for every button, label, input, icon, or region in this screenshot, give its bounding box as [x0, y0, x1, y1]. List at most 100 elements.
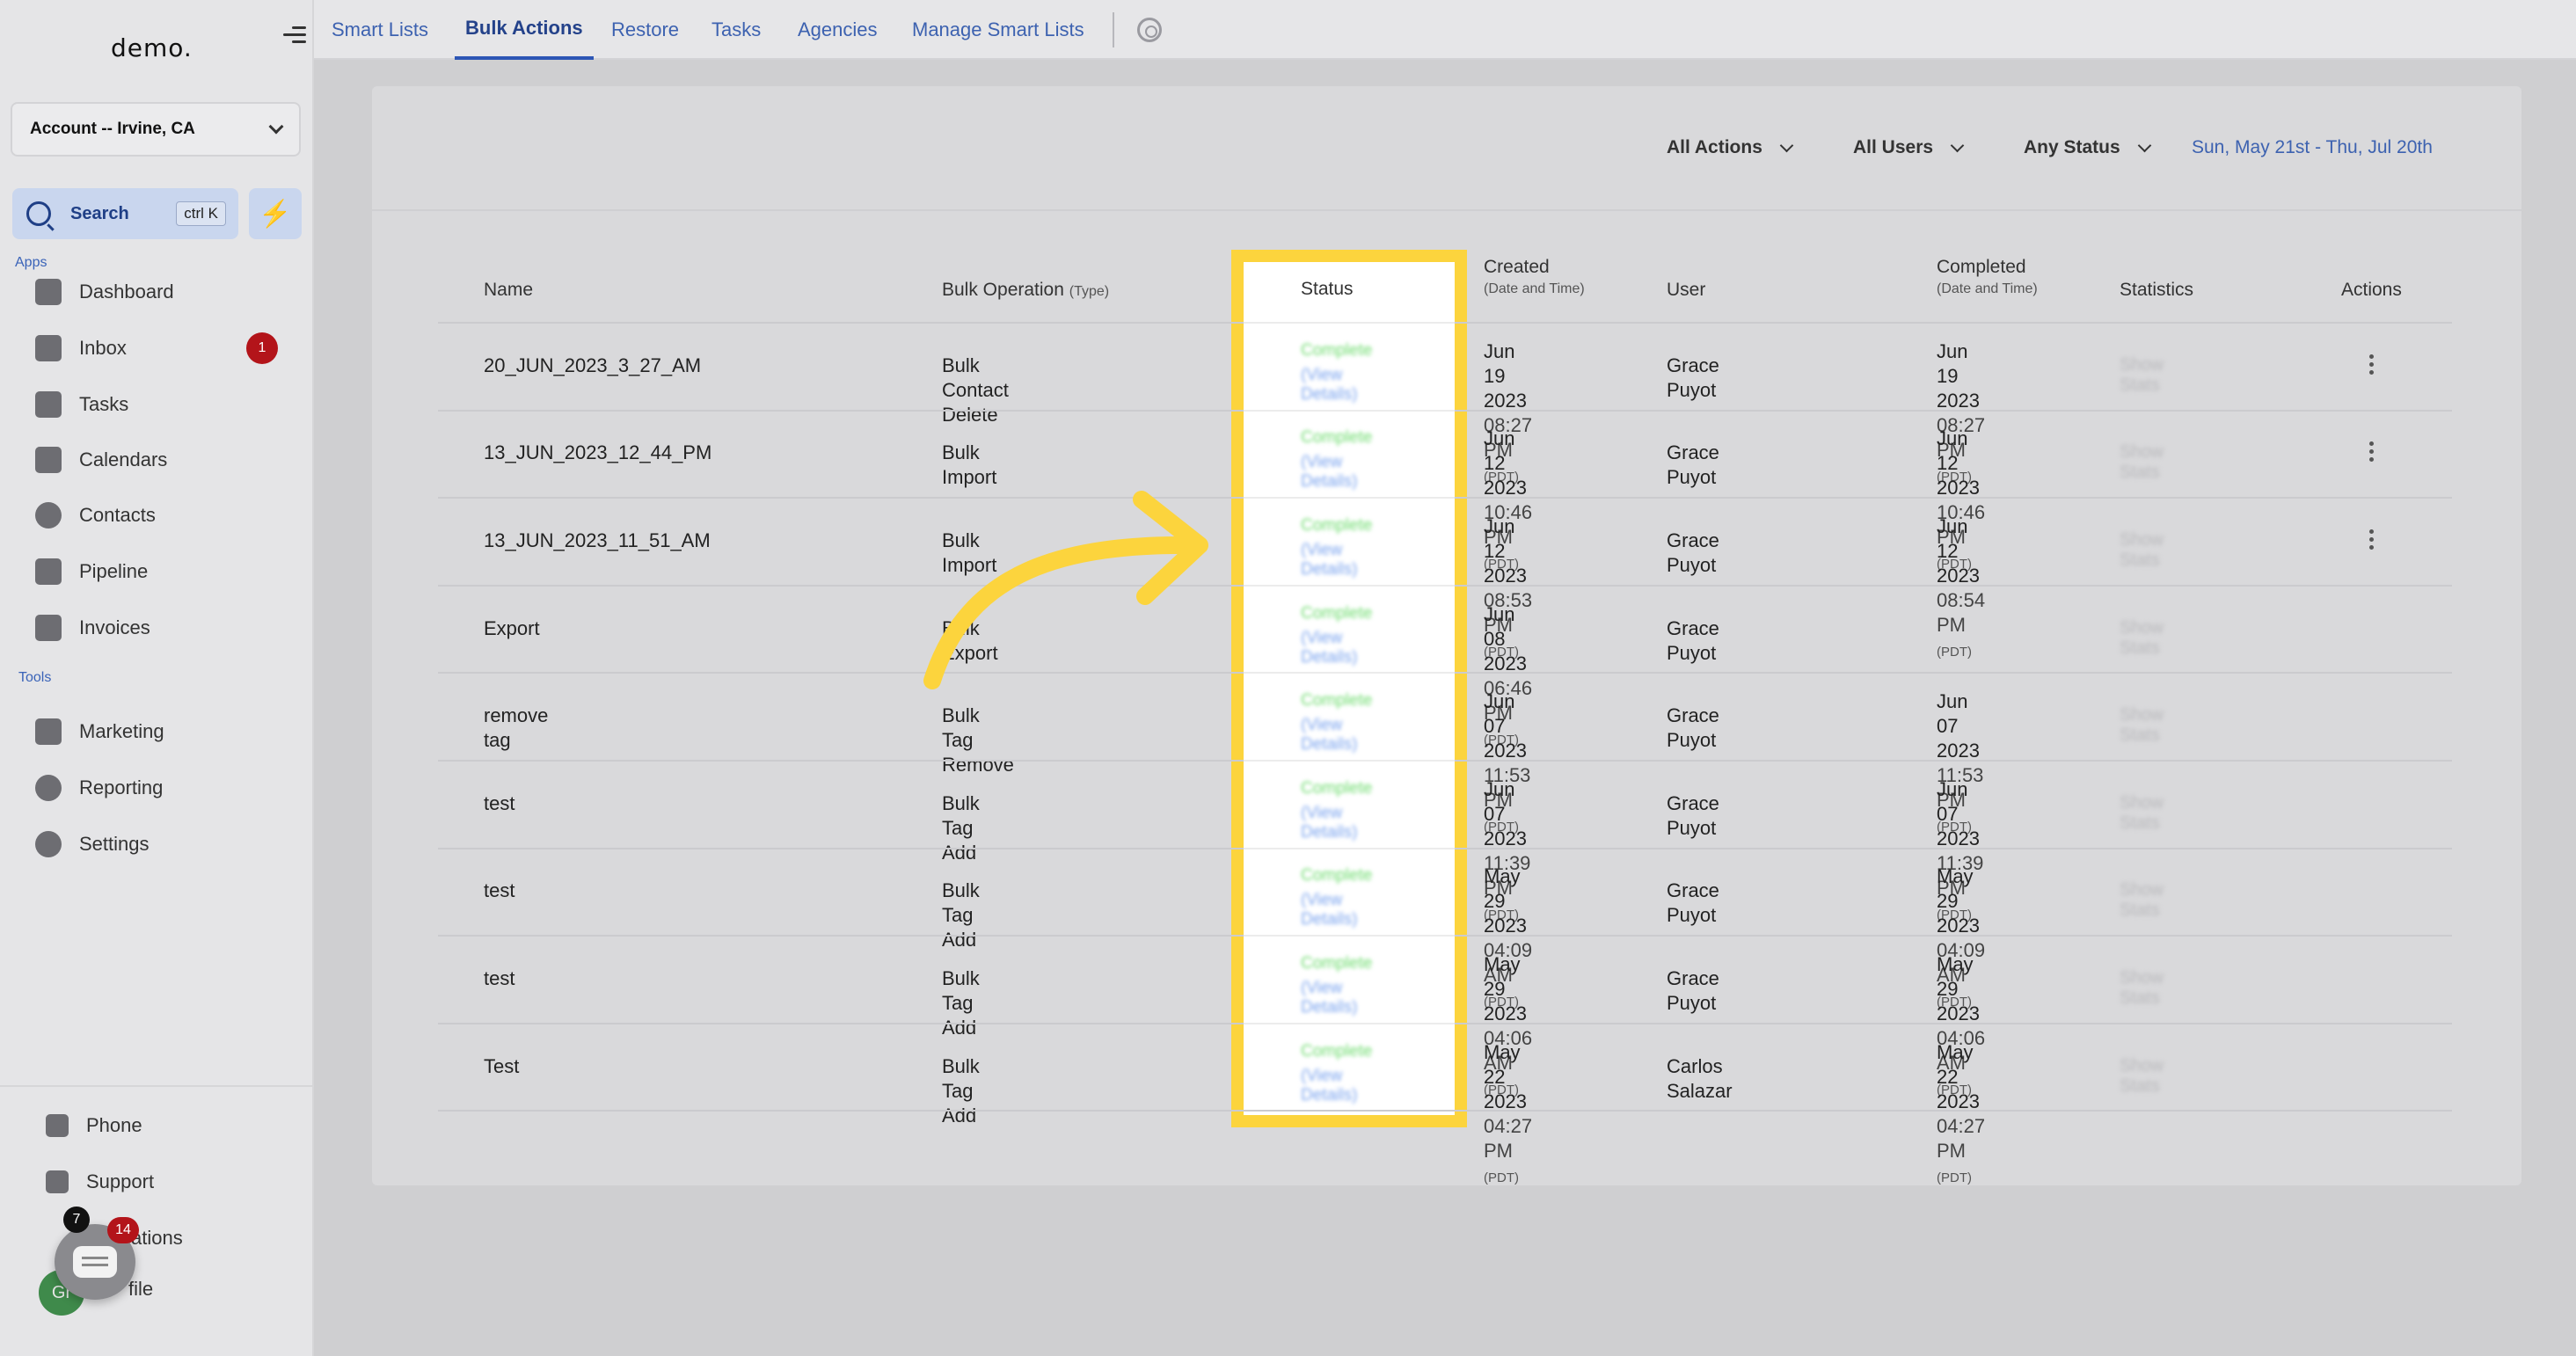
row-created: May 22 2023 04:27 PM (PDT) [1484, 1040, 1532, 1191]
sidebar-item-support[interactable]: Support [46, 1164, 154, 1199]
view-details-link[interactable]: (View Details) [1301, 804, 1357, 842]
chevron-down-icon [2137, 138, 2151, 152]
created-date: May 29 2023 [1484, 953, 1527, 1024]
calendar-icon [35, 447, 62, 473]
more-options-icon[interactable] [2369, 441, 2375, 465]
actions-filter-dropdown[interactable]: All Actions [1667, 137, 1794, 158]
sidebar-item-calendars[interactable]: Calendars [35, 442, 167, 478]
tab-tasks[interactable]: Tasks [712, 0, 761, 60]
sidebar-item-label: Dashboard [79, 281, 174, 303]
show-stats-link[interactable]: Show Stats [2120, 355, 2164, 396]
chevron-down-icon [1779, 138, 1794, 152]
status-filter-dropdown[interactable]: Any Status [2024, 137, 2151, 158]
row-operation: Bulk Contact Delete [942, 354, 1009, 426]
sidebar-item-phone[interactable]: Phone [46, 1108, 142, 1143]
created-time-value: 04:27 PM [1484, 1114, 1533, 1162]
row-completed: Jun 12 2023 08:54 PM (PDT) [1937, 514, 1985, 665]
completed-time: 08:54 PM (PDT) [1937, 588, 1985, 665]
column-header-operation[interactable]: Bulk Operation (Type) [942, 280, 1109, 301]
completed-time: 04:27 PM (PDT) [1937, 1114, 1985, 1191]
tab-bulk-actions[interactable]: Bulk Actions [455, 0, 594, 60]
show-stats-link[interactable]: Show Stats [2120, 1056, 2164, 1097]
more-options-icon[interactable] [2369, 529, 2375, 553]
completed-date: Jun 12 2023 [1937, 427, 1980, 499]
show-stats-link[interactable]: Show Stats [2120, 968, 2164, 1009]
show-stats-link[interactable]: Show Stats [2120, 880, 2164, 921]
show-stats-link[interactable]: Show Stats [2120, 705, 2164, 746]
search-shortcut: ctrl K [176, 201, 226, 226]
tab-manage-smart-lists[interactable]: Manage Smart Lists [912, 0, 1084, 60]
sidebar-item-tasks[interactable]: Tasks [35, 387, 128, 422]
created-date: Jun 12 2023 [1484, 427, 1527, 499]
tab-agencies[interactable]: Agencies [798, 0, 878, 60]
show-stats-link[interactable]: Show Stats [2120, 618, 2164, 659]
sidebar-item-label: Support [86, 1170, 155, 1192]
sidebar-item-reporting[interactable]: Reporting [35, 770, 163, 806]
view-details-link[interactable]: (View Details) [1301, 629, 1357, 667]
account-switcher[interactable]: Account -- Irvine, CA [11, 102, 301, 157]
column-header-user[interactable]: User [1667, 280, 1705, 301]
view-details-link[interactable]: (View Details) [1301, 453, 1357, 492]
view-details-link[interactable]: (View Details) [1301, 1067, 1357, 1105]
chat-count-badge: 7 [63, 1207, 90, 1233]
chevron-down-icon [268, 119, 284, 135]
sidebar-item-label: Contacts [79, 504, 156, 526]
users-filter-dropdown[interactable]: All Users [1853, 137, 1965, 158]
view-details-link[interactable]: (View Details) [1301, 979, 1357, 1017]
settings-gear-icon[interactable] [1137, 18, 1162, 42]
sidebar-item-contacts[interactable]: Contacts [35, 498, 156, 533]
completed-date: Jun 07 2023 [1937, 777, 1980, 849]
row-name: Export [484, 616, 540, 639]
column-header-created[interactable]: Created (Date and Time) [1484, 257, 1585, 297]
column-header-completed-label: Completed [1937, 257, 2026, 277]
view-details-link[interactable]: (View Details) [1301, 366, 1357, 405]
megaphone-icon [35, 718, 62, 745]
callout-arrow-icon [923, 491, 1208, 689]
sidebar-item-settings[interactable]: Settings [35, 827, 150, 862]
sidebar-item-label: Reporting [79, 776, 164, 798]
created-date: Jun 08 2023 [1484, 602, 1527, 674]
quick-actions-button[interactable]: ⚡ [249, 188, 302, 239]
column-header-status[interactable]: Status [1301, 279, 1354, 300]
inbox-count-badge: 1 [246, 332, 278, 364]
completed-date: May 22 2023 [1937, 1040, 1980, 1112]
view-details-link[interactable]: (View Details) [1301, 891, 1357, 930]
search-button[interactable]: Search ctrl K [12, 188, 238, 239]
row-user: Grace Puyot [1667, 529, 1719, 576]
view-details-link[interactable]: (View Details) [1301, 541, 1357, 580]
show-stats-link[interactable]: Show Stats [2120, 530, 2164, 571]
status-badge: Complete [1301, 866, 1373, 886]
search-icon [26, 201, 51, 226]
sidebar-item-label: Tasks [79, 393, 129, 415]
row-name: Test [484, 1054, 520, 1077]
row-divider [1244, 760, 1455, 762]
sidebar-item-label: Inbox [79, 337, 127, 359]
tab-smart-lists[interactable]: Smart Lists [332, 0, 428, 60]
column-header-name[interactable]: Name [484, 280, 533, 301]
row-user: Grace Puyot [1667, 704, 1719, 752]
column-header-created-sub: (Date and Time) [1484, 281, 1585, 296]
row-name: remove tag [484, 704, 549, 752]
logo: demo. [111, 33, 193, 62]
status-badge: Complete [1301, 1041, 1373, 1061]
column-header-completed[interactable]: Completed (Date and Time) [1937, 257, 2038, 297]
sidebar-item-dashboard[interactable]: Dashboard [35, 274, 174, 310]
collapse-menu-icon[interactable] [283, 26, 306, 49]
view-details-link[interactable]: (View Details) [1301, 716, 1357, 755]
date-range-picker[interactable]: Sun, May 21st - Thu, Jul 20th [2192, 137, 2433, 158]
sidebar-item-inbox[interactable]: Inbox [35, 331, 127, 366]
completed-date: Jun 12 2023 [1937, 515, 1980, 587]
sidebar-item-marketing[interactable]: Marketing [35, 714, 164, 749]
row-divider [1244, 1022, 1455, 1024]
sidebar-item-pipeline[interactable]: Pipeline [35, 554, 148, 589]
show-stats-link[interactable]: Show Stats [2120, 442, 2164, 483]
row-name: test [484, 967, 515, 989]
row-user: Grace Puyot [1667, 879, 1719, 927]
show-stats-link[interactable]: Show Stats [2120, 793, 2164, 834]
created-date: May 29 2023 [1484, 865, 1527, 937]
sidebar-item-invoices[interactable]: Invoices [35, 610, 150, 645]
row-divider [1244, 672, 1455, 674]
tab-restore[interactable]: Restore [611, 0, 679, 60]
tasks-icon [35, 391, 62, 418]
more-options-icon[interactable] [2369, 354, 2375, 378]
